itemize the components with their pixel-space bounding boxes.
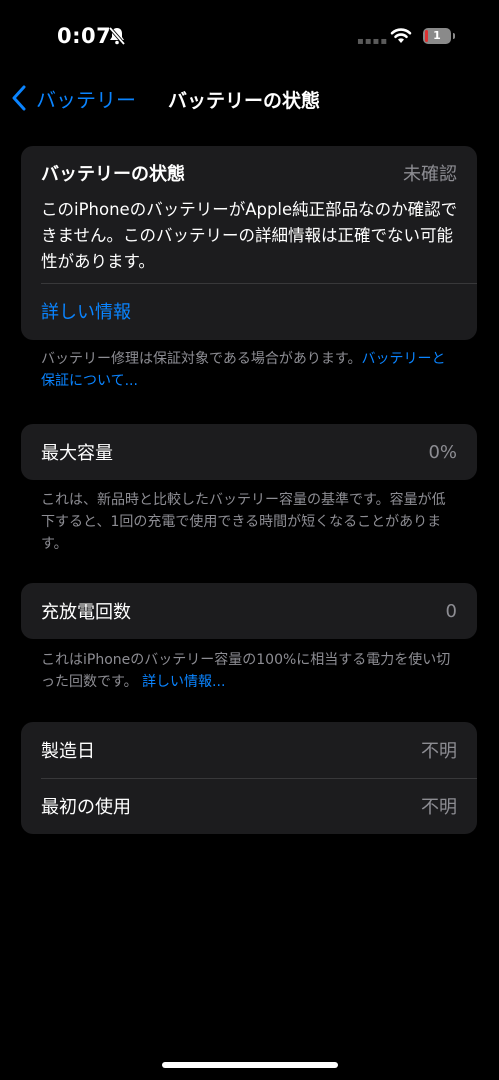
manufacture-date-label: 製造日 xyxy=(41,741,95,762)
wifi-icon xyxy=(390,28,412,43)
back-label: バッテリー xyxy=(36,87,136,112)
cycle-count-footer-text: これはiPhoneのバッテリー容量の100%に相当する電力を使い切った回数です。 xyxy=(41,652,451,690)
chevron-left-icon xyxy=(12,85,26,111)
max-capacity-value: 0% xyxy=(428,441,457,463)
cycle-count-label: 充放電回数 xyxy=(41,602,131,623)
max-capacity-card: 最大容量 0% xyxy=(21,424,477,480)
more-info-link[interactable]: 詳しい情報 xyxy=(41,298,131,324)
max-capacity-footer: これは、新品時と比較したバッテリー容量の基準です。容量が低下すると、1回の充電で… xyxy=(41,492,446,552)
back-button[interactable]: バッテリー xyxy=(10,82,136,114)
first-use-value: 不明 xyxy=(421,797,457,818)
first-use-label: 最初の使用 xyxy=(41,797,131,818)
cycle-count-footer: これはiPhoneのバッテリー容量の100%に相当する電力を使い切った回数です。… xyxy=(41,649,459,693)
health-footer: バッテリー修理は保証対象である場合があります。バッテリーと保証について... xyxy=(41,348,459,392)
battery-level: 1 xyxy=(433,29,441,42)
clock: 0:07 xyxy=(57,24,112,48)
manufacture-date-value: 不明 xyxy=(421,741,457,762)
battery-info-card: 製造日 不明 最初の使用 不明 xyxy=(21,722,477,834)
max-capacity-label: 最大容量 xyxy=(41,443,113,464)
health-description: このiPhoneのバッテリーがApple純正部品なのか確認できません。このバッテ… xyxy=(41,200,458,271)
health-status: 未確認 xyxy=(403,164,457,185)
page-title: バッテリーの状態 xyxy=(168,90,321,112)
cycle-count-card: 充放電回数 0 xyxy=(21,583,477,639)
battery-icon: 1 xyxy=(423,28,455,44)
battery-health-card: バッテリーの状態 未確認 このiPhoneのバッテリーがApple純正部品なのか… xyxy=(21,146,477,340)
status-bar: 0:07 ▪▪▪▪ 1 xyxy=(0,0,499,70)
home-indicator[interactable] xyxy=(162,1062,338,1068)
bell-slash-icon xyxy=(108,26,126,46)
navigation-bar: バッテリー バッテリーの状態 xyxy=(0,78,499,118)
cycle-more-info-link[interactable]: 詳しい情報... xyxy=(142,674,225,690)
cycle-count-value: 0 xyxy=(445,600,457,622)
health-footer-text: バッテリー修理は保証対象である場合があります。 xyxy=(41,351,362,367)
signal-icon: ▪▪▪▪ xyxy=(357,36,389,47)
health-title: バッテリーの状態 xyxy=(41,164,185,185)
